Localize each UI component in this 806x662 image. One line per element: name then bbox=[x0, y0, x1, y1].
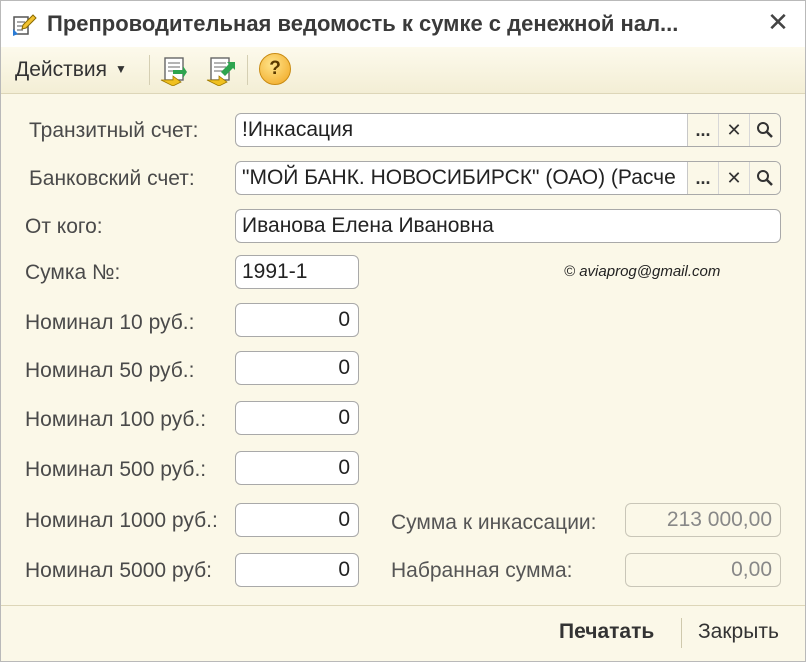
collection-sum-field: 213 000,00 bbox=[625, 503, 781, 537]
search-icon[interactable] bbox=[749, 114, 780, 146]
close-button[interactable]: Закрыть bbox=[698, 620, 779, 644]
window-close-button[interactable]: ✕ bbox=[765, 7, 791, 37]
bank-account-buttons: ... ✕ bbox=[687, 162, 780, 194]
select-button[interactable]: ... bbox=[688, 162, 718, 194]
actions-menu-label: Действия bbox=[15, 58, 108, 81]
bank-account-field[interactable]: "МОЙ БАНК. НОВОСИБИРСК" (ОАО) (Расче ...… bbox=[235, 161, 781, 195]
denomination-10-field[interactable]: 0 bbox=[235, 303, 359, 337]
export-green-arrow-icon[interactable] bbox=[205, 54, 237, 86]
window-title: Препроводительная ведомость к сумке с де… bbox=[47, 11, 679, 36]
actions-menu-button[interactable]: Действия ▼ bbox=[15, 55, 127, 83]
toolbar: Действия ▼ ? bbox=[1, 47, 805, 94]
denomination-label: Номинал 500 руб.: bbox=[25, 458, 207, 481]
denomination-label: Номинал 100 руб.: bbox=[25, 408, 207, 431]
from-whom-value: Иванова Елена Ивановна bbox=[242, 214, 494, 237]
denomination-500-field[interactable]: 0 bbox=[235, 451, 359, 485]
clear-button[interactable]: ✕ bbox=[718, 114, 749, 146]
transit-account-label: Транзитный счет: bbox=[29, 119, 199, 142]
bank-account-value: "МОЙ БАНК. НОВОСИБИРСК" (ОАО) (Расче bbox=[242, 166, 676, 189]
help-button[interactable]: ? bbox=[259, 53, 291, 85]
bag-number-label: Сумка №: bbox=[25, 261, 121, 284]
denomination-label: Номинал 10 руб.: bbox=[25, 311, 195, 334]
bag-number-value: 1991-1 bbox=[242, 260, 308, 283]
from-whom-label: От кого: bbox=[25, 215, 103, 238]
import-green-arrow-icon[interactable] bbox=[159, 54, 191, 86]
from-whom-field[interactable]: Иванова Елена Ивановна bbox=[235, 209, 781, 243]
toolbar-separator bbox=[149, 55, 150, 85]
denomination-label: Номинал 1000 руб.: bbox=[25, 509, 218, 532]
select-button[interactable]: ... bbox=[688, 114, 718, 146]
bank-account-label: Банковский счет: bbox=[29, 167, 195, 190]
transit-account-field[interactable]: !Инкасация ... ✕ bbox=[235, 113, 781, 147]
title-bar: Препроводительная ведомость к сумке с де… bbox=[1, 1, 805, 47]
toolbar-separator bbox=[247, 55, 248, 85]
transit-account-buttons: ... ✕ bbox=[687, 114, 780, 146]
denomination-5000-field[interactable]: 0 bbox=[235, 553, 359, 587]
chevron-down-icon: ▼ bbox=[115, 62, 127, 76]
print-button[interactable]: Печатать bbox=[559, 620, 654, 644]
copyright-text: © aviaprog@gmail.com bbox=[564, 263, 721, 280]
denomination-1000-field[interactable]: 0 bbox=[235, 503, 359, 537]
document-window: Препроводительная ведомость к сумке с де… bbox=[0, 0, 806, 662]
collection-sum-label: Сумма к инкассации: bbox=[391, 511, 597, 534]
collected-sum-field: 0,00 bbox=[625, 553, 781, 587]
bag-number-field[interactable]: 1991-1 bbox=[235, 255, 359, 289]
denomination-label: Номинал 50 руб.: bbox=[25, 359, 195, 382]
collected-sum-label: Набранная сумма: bbox=[391, 559, 573, 582]
document-edit-icon bbox=[13, 14, 37, 36]
denomination-100-field[interactable]: 0 bbox=[235, 401, 359, 435]
search-icon[interactable] bbox=[749, 162, 780, 194]
dialog-button-bar: Печатать Закрыть bbox=[1, 605, 805, 661]
transit-account-value: !Инкасация bbox=[242, 118, 354, 141]
denomination-label: Номинал 5000 руб: bbox=[25, 559, 212, 582]
button-separator bbox=[681, 618, 682, 648]
denomination-50-field[interactable]: 0 bbox=[235, 351, 359, 385]
clear-button[interactable]: ✕ bbox=[718, 162, 749, 194]
